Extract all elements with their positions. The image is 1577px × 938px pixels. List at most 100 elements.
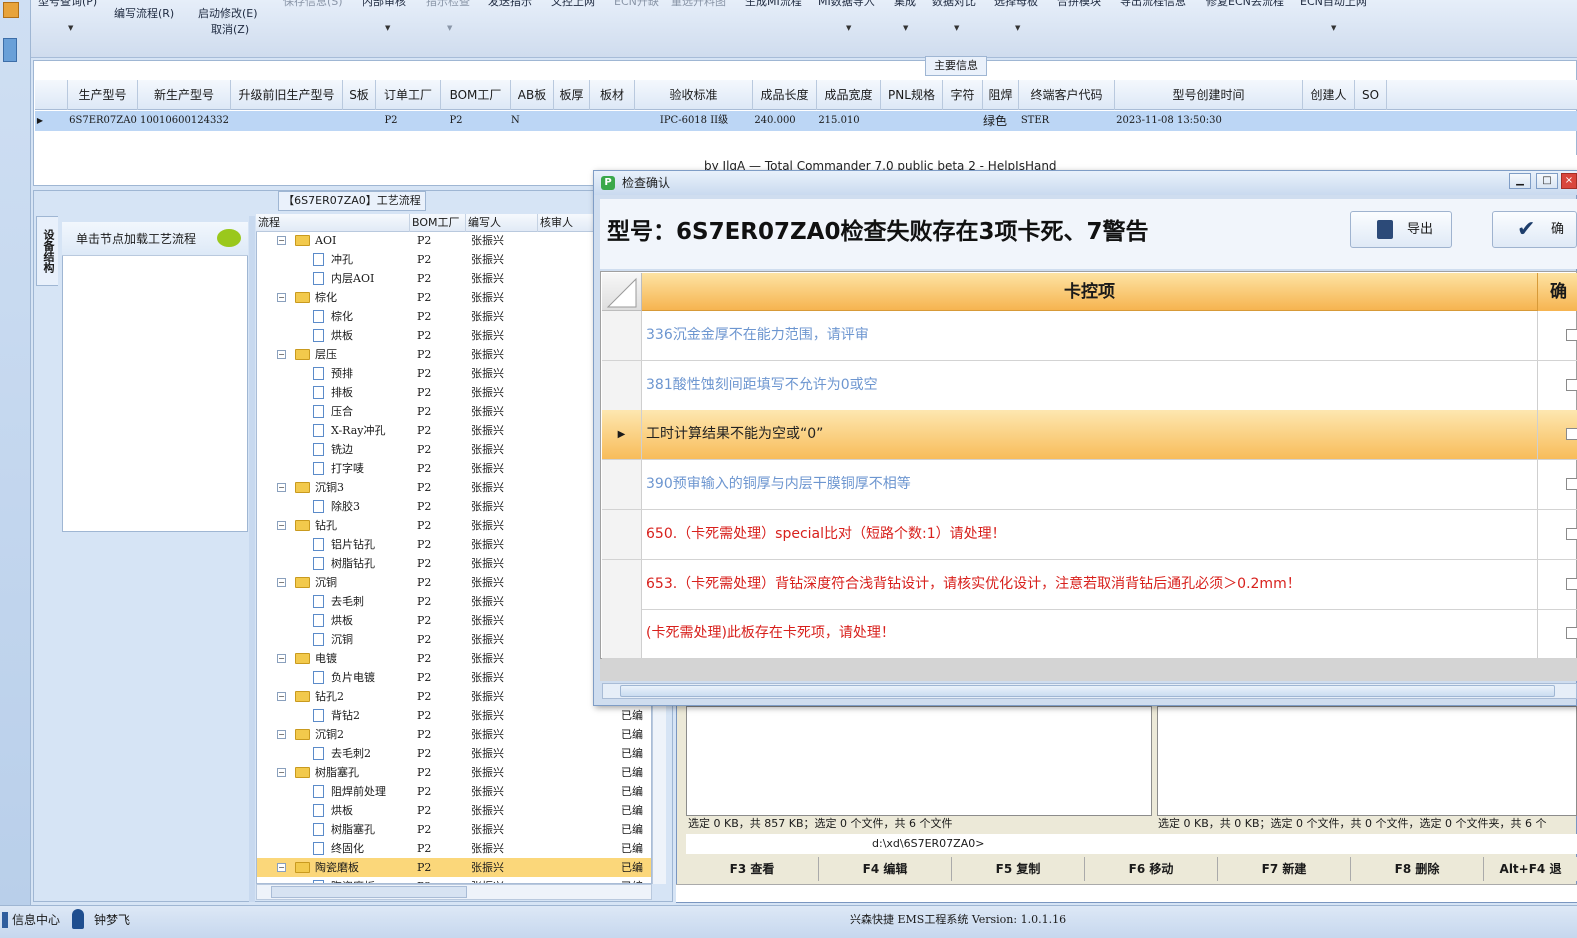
collapse-icon[interactable]: −: [277, 483, 286, 492]
confirm-checkbox[interactable]: [1566, 378, 1577, 391]
control-item-row[interactable]: (卡死需处理)此板存在卡死项，请处理！: [602, 609, 1577, 660]
tree-horizontal-scrollbar[interactable]: [256, 884, 652, 900]
cell-order-factory[interactable]: P2: [376, 111, 406, 131]
confirm-checkbox[interactable]: [1566, 329, 1577, 341]
col-header[interactable]: 生产型号: [68, 80, 138, 110]
col-header[interactable]: AB板: [511, 80, 554, 110]
app-icon[interactable]: [3, 2, 19, 18]
tree-node-label[interactable]: 打字唛: [331, 459, 364, 478]
tc-command-path[interactable]: d:\xd\6S7ER07ZA0>: [686, 834, 1577, 854]
tree-node-label[interactable]: 负片电镀: [331, 668, 375, 687]
row-header[interactable]: [602, 509, 642, 559]
export-flow-info-button[interactable]: 导出流程信息: [1120, 0, 1186, 10]
export-button[interactable]: 导出: [1350, 211, 1452, 248]
tree-node-label[interactable]: 去毛刺2: [331, 744, 371, 763]
row-header[interactable]: [602, 609, 642, 659]
save-info-button[interactable]: 保存信息(S): [283, 0, 343, 10]
alt-f4-exit-button[interactable]: Alt+F4 退: [1484, 857, 1577, 881]
cell-created-time[interactable]: 2023-11-08 13:50:30: [1115, 111, 1223, 131]
tree-node-label[interactable]: 陶瓷磨板: [331, 877, 375, 883]
send-instruction-button[interactable]: 发送指示: [488, 0, 532, 10]
material-chart-button[interactable]: 童选开料图: [671, 0, 726, 10]
control-item-row[interactable]: 650.（卡死需处理）special比对（短路个数:1）请处理！: [602, 509, 1577, 560]
tree-node-label[interactable]: 除胶3: [331, 497, 360, 516]
tree-node-label[interactable]: AOI: [315, 231, 336, 250]
doc-online-button[interactable]: 文控上网: [551, 0, 595, 10]
confirm-cell[interactable]: [1537, 509, 1577, 559]
row-header[interactable]: [602, 360, 642, 410]
tree-node-label[interactable]: 沉铜3: [315, 478, 344, 497]
instruction-check-button[interactable]: 指示检查: [426, 0, 470, 10]
collapse-icon[interactable]: −: [277, 521, 286, 530]
generate-mi-flow-button[interactable]: 生成MI流程: [745, 0, 802, 10]
tree-node-label[interactable]: 内层AOI: [331, 269, 374, 288]
tree-node-label[interactable]: X-Ray冲孔: [331, 421, 385, 440]
col-header-control-item[interactable]: 卡控项: [642, 273, 1537, 311]
f6-move-button[interactable]: F6 移动: [1085, 857, 1218, 881]
tree-row[interactable]: − 沉铜2 P2 张振兴 已编: [257, 725, 651, 744]
tree-node-label[interactable]: 陶瓷磨板: [315, 858, 359, 877]
control-item-row[interactable]: 336沉金金厚不在能力范围，请评审: [602, 311, 1577, 361]
collapse-icon[interactable]: −: [277, 730, 286, 739]
col-header[interactable]: 新生产型号: [138, 80, 231, 110]
select-mother-board-button[interactable]: 选择母板: [994, 0, 1038, 10]
scroll-thumb[interactable]: [271, 886, 467, 898]
tree-node-label[interactable]: 沉铜: [331, 630, 353, 649]
tree-node-label[interactable]: 阻焊前处理: [331, 782, 386, 801]
control-item-row[interactable]: 390预审输入的铜厚与内层干膜铜厚不相等: [602, 460, 1577, 511]
tree-node-label[interactable]: 树脂钻孔: [331, 554, 375, 573]
chevron-down-icon[interactable]: ▼: [385, 24, 390, 32]
control-item-row[interactable]: 653.（卡死需处理）背钻深度符合浅背钻设计，请核实优化设计，注意若取消背钻后通…: [602, 559, 1577, 610]
chevron-down-icon[interactable]: ▼: [447, 24, 452, 32]
tree-node-label[interactable]: 层压: [315, 345, 337, 364]
confirm-checkbox[interactable]: [1566, 428, 1577, 441]
chevron-down-icon[interactable]: ▼: [1331, 24, 1336, 32]
cell-width[interactable]: 215.010: [817, 111, 861, 131]
col-header[interactable]: PNL规格: [881, 80, 943, 110]
col-header[interactable]: 板材: [590, 80, 635, 110]
tree-node-label[interactable]: 烘板: [331, 611, 353, 630]
control-item-row[interactable]: 381酸性蚀刻间距填写不允许为0或空: [602, 360, 1577, 411]
collapse-icon[interactable]: −: [277, 350, 286, 359]
grid-corner[interactable]: [35, 80, 68, 110]
tree-node-label[interactable]: 棕化: [331, 307, 353, 326]
chevron-down-icon[interactable]: ▼: [903, 24, 908, 32]
tree-node-label[interactable]: 树脂塞孔: [315, 763, 359, 782]
tree-row[interactable]: 去毛刺2 P2 张振兴 已编: [257, 744, 651, 763]
cell-acceptance[interactable]: IPC-6018 II级: [635, 111, 753, 131]
col-header[interactable]: BOM工厂: [410, 214, 466, 232]
chevron-down-icon[interactable]: ▼: [846, 24, 851, 32]
tree-node-label[interactable]: 排板: [331, 383, 353, 402]
tree-row[interactable]: 终固化 P2 张振兴 已编: [257, 839, 651, 858]
calendar-icon[interactable]: [3, 38, 17, 62]
tree-node-label[interactable]: 铝片钻孔: [331, 535, 375, 554]
mi-data-import-button[interactable]: MI数据导入: [818, 0, 875, 10]
tree-node-label[interactable]: 烘板: [331, 801, 353, 820]
col-header[interactable]: 阻焊: [983, 80, 1019, 110]
f7-new-button[interactable]: F7 新建: [1218, 857, 1351, 881]
cell-new-model[interactable]: 10010600124332: [138, 111, 231, 131]
cell-customer-code[interactable]: STER: [1019, 111, 1051, 131]
chevron-down-icon[interactable]: ▼: [954, 24, 959, 32]
col-header[interactable]: 终端客户代码: [1019, 80, 1115, 110]
tree-node-label[interactable]: 背钻2: [331, 706, 360, 725]
col-header[interactable]: S板: [343, 80, 376, 110]
col-header[interactable]: 订单工厂: [376, 80, 441, 110]
tc-right-pane[interactable]: [1157, 706, 1577, 816]
confirm-checkbox[interactable]: [1566, 527, 1577, 540]
confirm-cell[interactable]: [1537, 609, 1577, 659]
tree-row[interactable]: 背钻2 P2 张振兴 已编: [257, 706, 651, 725]
tree-node-label[interactable]: 树脂塞孔: [331, 820, 375, 839]
ecn-auto-online-button[interactable]: ECN自动上网: [1300, 0, 1367, 10]
col-header[interactable]: 型号创建时间: [1115, 80, 1303, 110]
collapse-icon[interactable]: −: [277, 236, 286, 245]
internal-review-button[interactable]: 内部审核: [362, 0, 406, 10]
integration-button[interactable]: 集成: [894, 0, 916, 10]
cell-model[interactable]: 6S7ER07ZA0: [68, 111, 138, 131]
tree-node-label[interactable]: 终固化: [331, 839, 364, 858]
tree-row[interactable]: 阻焊前处理 P2 张振兴 已编: [257, 782, 651, 801]
f5-copy-button[interactable]: F5 复制: [952, 857, 1085, 881]
ecn-button[interactable]: ECN开缺: [614, 0, 659, 10]
row-header[interactable]: [602, 559, 642, 609]
cancel-button[interactable]: 取消(Z): [211, 22, 249, 38]
